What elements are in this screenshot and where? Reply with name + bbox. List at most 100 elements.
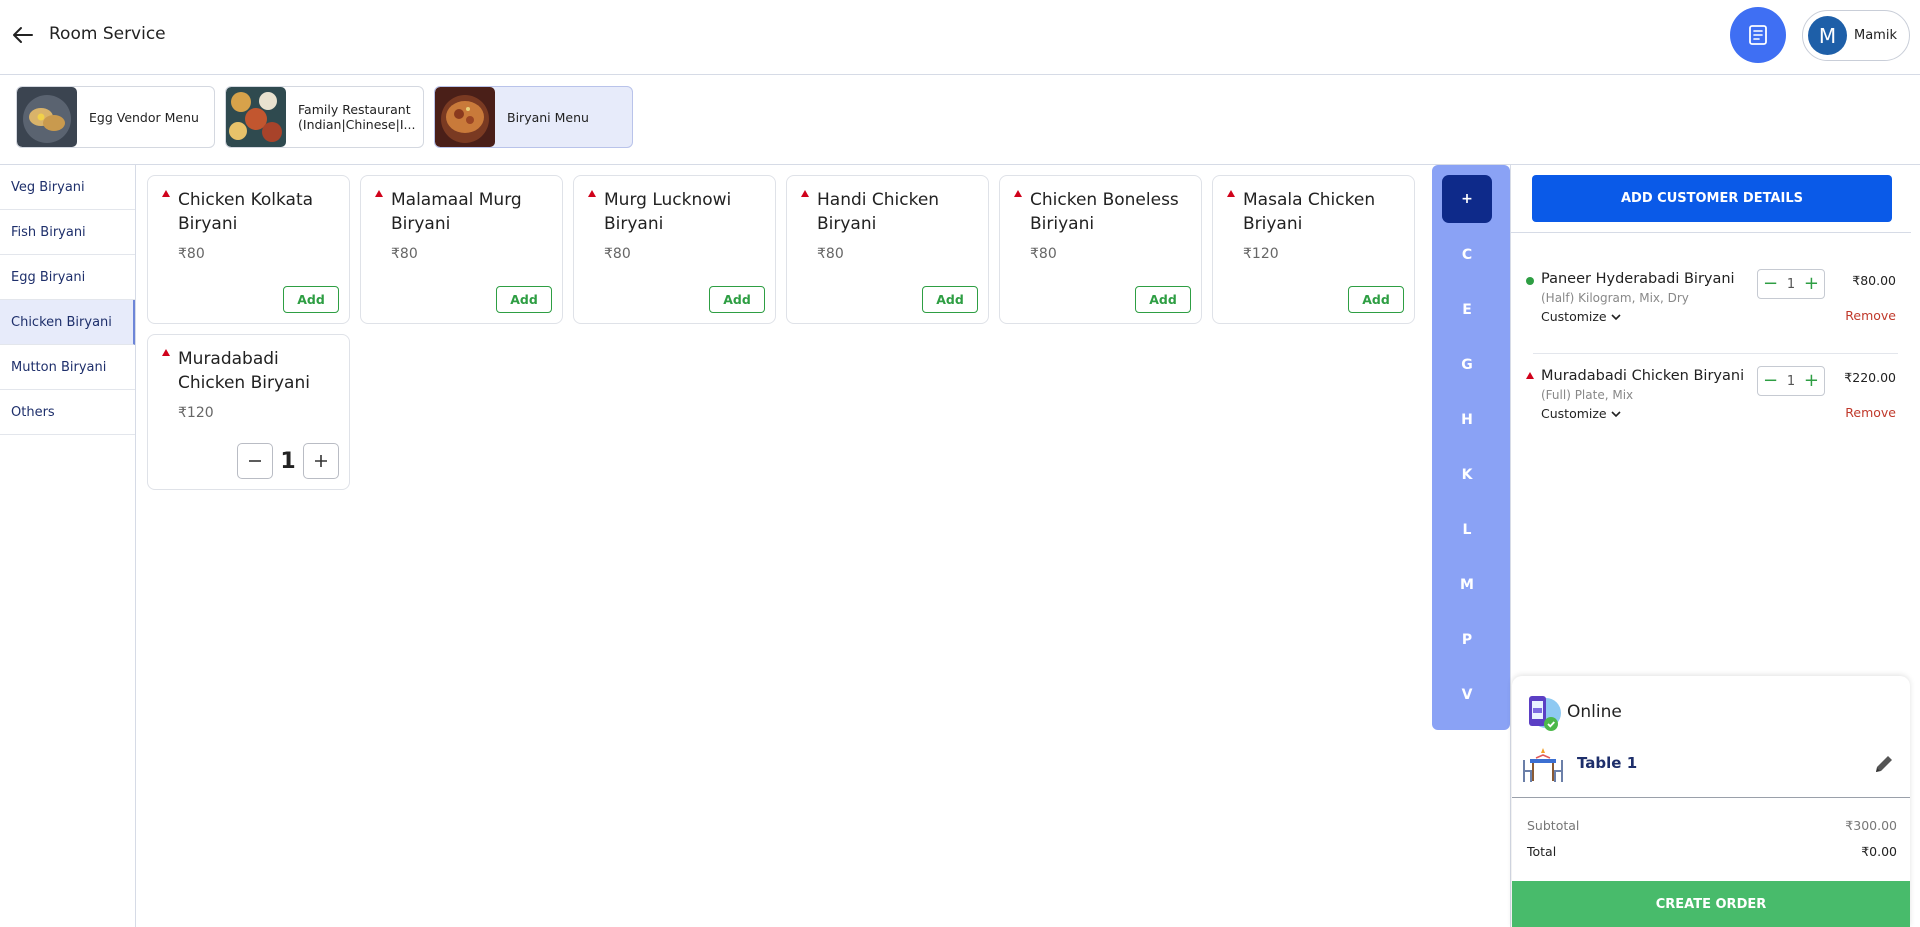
online-payment-icon — [1529, 696, 1561, 731]
chevron-down-icon — [1611, 313, 1621, 320]
non-veg-icon — [162, 349, 170, 356]
menu-card-biryani[interactable]: Biryani Menu — [434, 86, 633, 148]
menu-card-egg-vendor[interactable]: Egg Vendor Menu — [16, 86, 215, 148]
page-title: Room Service — [49, 24, 166, 44]
category-sidebar: Veg Biryani Fish Biryani Egg Biryani Chi… — [0, 165, 136, 927]
cart-item-quantity: 1 — [1786, 373, 1796, 389]
user-profile-button[interactable]: M Mamik — [1802, 10, 1910, 61]
add-button[interactable]: Add — [709, 286, 765, 313]
non-veg-icon — [375, 190, 383, 197]
divider — [1533, 353, 1898, 354]
subtotal-row: Subtotal ₹300.00 — [1527, 818, 1897, 833]
menu-item-card[interactable]: Handi Chicken Biryani ₹80 Add — [786, 175, 989, 324]
menu-item-card[interactable]: Chicken Kolkata Biryani ₹80 Add — [147, 175, 350, 324]
divider — [1512, 797, 1910, 798]
customize-toggle[interactable]: Customize — [1541, 309, 1621, 324]
add-button[interactable]: Add — [496, 286, 552, 313]
non-veg-icon — [162, 190, 170, 197]
quantity-stepper: 1 — [237, 443, 339, 479]
add-button[interactable]: Add — [283, 286, 339, 313]
item-price: ₹80 — [178, 246, 205, 262]
menu-item-card[interactable]: Malamaal Murg Biryani ₹80 Add — [360, 175, 563, 324]
customize-toggle[interactable]: Customize — [1541, 406, 1621, 421]
egg-dish-thumbnail — [17, 87, 77, 147]
category-egg-biryani[interactable]: Egg Biryani — [0, 255, 135, 300]
alphabet-letter[interactable]: H — [1442, 396, 1492, 444]
alphabet-letter[interactable]: P — [1442, 616, 1492, 664]
menu-selector: Egg Vendor Menu Family Restaurant (India… — [16, 86, 633, 148]
non-veg-icon — [1227, 190, 1235, 197]
alphabet-letter[interactable]: C — [1442, 231, 1492, 279]
alphabet-letter[interactable]: E — [1442, 286, 1492, 334]
veg-icon — [1526, 277, 1534, 285]
orders-list-button[interactable] — [1730, 7, 1786, 63]
category-others[interactable]: Others — [0, 390, 135, 435]
alphabet-letter[interactable]: L — [1442, 506, 1492, 554]
chevron-down-icon — [1611, 410, 1621, 417]
total-row: Total ₹0.00 — [1527, 844, 1897, 859]
order-summary: Online Table 1 Subtotal ₹300.00 Total ₹0… — [1512, 676, 1910, 927]
user-name: Mamik — [1854, 28, 1897, 43]
alphabet-index: + C E G H K L M P V — [1432, 165, 1510, 730]
item-name: Masala Chicken Briyani — [1243, 190, 1376, 234]
alphabet-letter[interactable]: G — [1442, 341, 1492, 389]
cart-item: Paneer Hyderabadi Biryani (Half) Kilogra… — [1511, 269, 1911, 364]
item-name: Handi Chicken Biryani — [817, 190, 940, 234]
category-veg-biryani[interactable]: Veg Biryani — [0, 165, 135, 210]
cart-item-name: Muradabadi Chicken Biryani — [1541, 368, 1745, 384]
avatar: M — [1808, 16, 1847, 55]
subtotal-value: ₹300.00 — [1845, 818, 1897, 833]
customize-label: Customize — [1541, 406, 1607, 421]
cart-item: Muradabadi Chicken Biryani (Full) Plate,… — [1511, 366, 1911, 461]
cart-item-quantity: 1 — [1786, 276, 1796, 292]
increase-button[interactable]: + — [1804, 275, 1819, 293]
menu-item-card[interactable]: Muradabadi Chicken Biryani ₹120 1 — [147, 334, 350, 490]
add-button[interactable]: Add — [1135, 286, 1191, 313]
create-order-button[interactable]: CREATE ORDER — [1512, 881, 1910, 927]
biryani-thumbnail — [435, 87, 495, 147]
remove-button[interactable]: Remove — [1845, 308, 1896, 323]
top-bar: Room Service M Mamik — [0, 0, 1920, 75]
category-mutton-biryani[interactable]: Mutton Biryani — [0, 345, 135, 390]
add-button[interactable]: Add — [1348, 286, 1404, 313]
non-veg-icon — [588, 190, 596, 197]
subtotal-label: Subtotal — [1527, 818, 1580, 833]
increase-button[interactable]: + — [1804, 372, 1819, 390]
alphabet-letter[interactable]: K — [1442, 451, 1492, 499]
back-arrow-icon[interactable] — [12, 24, 34, 46]
alphabet-letter[interactable]: + — [1442, 175, 1492, 223]
menu-item-card[interactable]: Chicken Boneless Biriyani ₹80 Add — [999, 175, 1202, 324]
menu-item-card[interactable]: Murg Lucknowi Biryani ₹80 Add — [573, 175, 776, 324]
edit-pencil-icon[interactable] — [1872, 752, 1896, 776]
remove-button[interactable]: Remove — [1845, 405, 1896, 420]
category-chicken-biryani[interactable]: Chicken Biryani — [0, 300, 135, 345]
add-customer-details-button[interactable]: ADD CUSTOMER DETAILS — [1532, 175, 1892, 222]
table-icon — [1523, 748, 1563, 782]
total-label: Total — [1527, 844, 1557, 859]
minus-icon — [249, 460, 261, 462]
table-name: Table 1 — [1577, 754, 1638, 772]
item-price: ₹120 — [178, 405, 214, 421]
menu-card-family-restaurant[interactable]: Family Restaurant (Indian|Chinese|I... — [225, 86, 424, 148]
increase-button[interactable] — [303, 443, 339, 479]
alphabet-letter[interactable]: M — [1442, 561, 1492, 609]
plus-icon — [315, 455, 327, 467]
item-name: Malamaal Murg Biryani — [391, 190, 522, 234]
menu-item-card[interactable]: Masala Chicken Briyani ₹120 Add — [1212, 175, 1415, 324]
item-price: ₹80 — [817, 246, 844, 262]
cart-item-variant: (Full) Plate, Mix — [1541, 388, 1634, 402]
total-value: ₹0.00 — [1861, 844, 1897, 859]
item-name: Muradabadi Chicken Biryani — [178, 349, 310, 393]
cart-quantity-stepper: − 1 + — [1757, 269, 1825, 299]
menu-name: Biryani Menu — [507, 109, 589, 125]
category-fish-biryani[interactable]: Fish Biryani — [0, 210, 135, 255]
add-button[interactable]: Add — [922, 286, 978, 313]
decrease-button[interactable]: − — [1763, 372, 1778, 390]
quantity-value: 1 — [280, 448, 296, 474]
decrease-button[interactable] — [237, 443, 273, 479]
receipt-icon — [1749, 25, 1767, 45]
alphabet-letter[interactable]: V — [1442, 671, 1492, 719]
decrease-button[interactable]: − — [1763, 275, 1778, 293]
item-name: Chicken Boneless Biriyani — [1030, 190, 1179, 234]
item-price: ₹80 — [604, 246, 631, 262]
